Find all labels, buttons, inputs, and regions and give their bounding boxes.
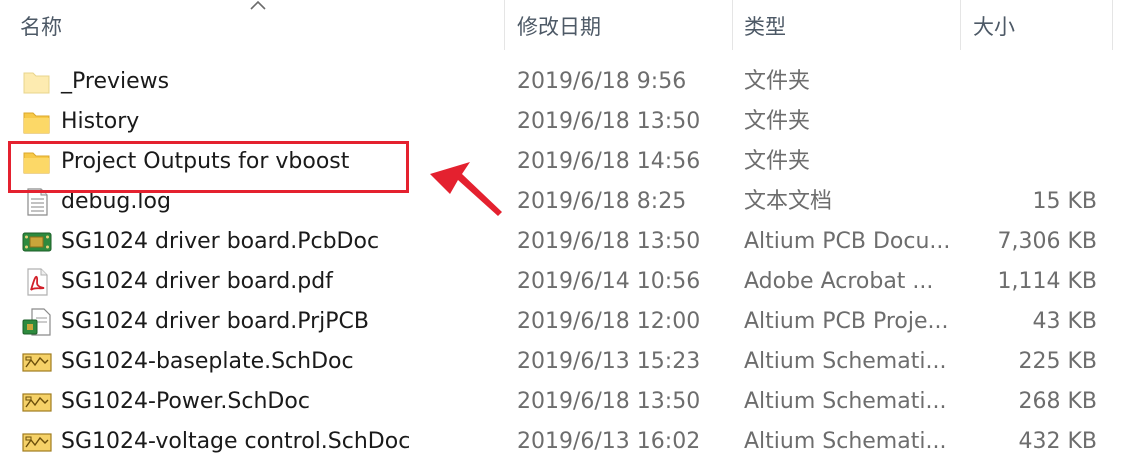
pdf-icon [27,268,48,296]
column-header-date[interactable]: 修改日期 [517,0,601,52]
file-size: 43 KB [1032,309,1097,334]
file-type: Altium Schemati... [744,389,947,414]
file-row[interactable]: History 2019/6/18 13:50 文件夹 [0,102,1123,142]
sort-ascending-icon[interactable] [249,0,267,12]
file-size: 268 KB [1018,389,1097,414]
file-name: SG1024 driver board.PrjPCB [61,309,369,334]
file-type: 文件夹 [744,69,811,94]
file-date: 2019/6/18 13:50 [517,229,701,254]
file-row[interactable]: SG1024-baseplate.SchDoc 2019/6/13 15:23 … [0,342,1123,382]
highlight-box [8,141,409,193]
column-header-name[interactable]: 名称 [20,0,62,52]
schematic-icon [22,393,52,412]
file-size: 1,114 KB [997,269,1098,294]
file-name: History [61,109,140,134]
file-date: 2019/6/14 10:56 [517,269,701,294]
file-type: Altium Schemati... [744,429,947,454]
column-divider[interactable] [504,0,505,50]
file-date: 2019/6/18 14:56 [517,149,701,174]
file-date: 2019/6/18 13:50 [517,109,701,134]
file-date: 2019/6/13 16:02 [517,429,701,454]
file-date: 2019/6/18 13:50 [517,389,701,414]
file-type: 文件夹 [744,109,811,134]
file-type: Adobe Acrobat ... [744,269,934,294]
file-date: 2019/6/18 9:56 [517,69,687,94]
file-row[interactable]: SG1024-Power.SchDoc 2019/6/18 13:50 Alti… [0,382,1123,422]
file-date: 2019/6/13 15:23 [517,349,701,374]
file-type: 文件夹 [744,149,811,174]
file-date: 2019/6/18 12:00 [517,309,701,334]
folder-faded-icon [23,72,50,94]
file-type: 文本文档 [744,189,833,214]
file-name: SG1024 driver board.pdf [61,269,333,294]
file-name: SG1024-voltage control.SchDoc [61,429,411,454]
file-row[interactable]: SG1024-voltage control.SchDoc 2019/6/13 … [0,422,1123,462]
file-size: 432 KB [1018,429,1097,454]
column-divider[interactable] [1112,0,1113,50]
file-type: Altium Schemati... [744,349,947,374]
file-name: SG1024 driver board.PcbDoc [61,229,380,254]
schematic-icon [22,433,52,452]
file-size: 225 KB [1018,349,1097,374]
file-row[interactable]: SG1024 driver board.pdf 2019/6/14 10:56 … [0,262,1123,302]
column-divider[interactable] [960,0,961,50]
column-header-size[interactable]: 大小 [973,0,1015,52]
file-size: 15 KB [1032,189,1097,214]
column-divider[interactable] [732,0,733,50]
file-row[interactable]: SG1024 driver board.PcbDoc 2019/6/18 13:… [0,222,1123,262]
column-header-type[interactable]: 类型 [744,0,786,52]
file-row[interactable]: SG1024 driver board.PrjPCB 2019/6/18 12:… [0,302,1123,342]
pcb-doc-icon [22,232,52,252]
column-header-bar: 名称 修改日期 类型 大小 [0,0,1123,52]
folder-icon [23,112,50,134]
red-arrow-icon [430,162,502,216]
pcb-project-icon [22,308,51,336]
file-name: SG1024-baseplate.SchDoc [61,349,354,374]
file-row[interactable]: _Previews 2019/6/18 9:56 文件夹 [0,62,1123,102]
file-date: 2019/6/18 8:25 [517,189,687,214]
file-name: _Previews [61,69,170,94]
schematic-icon [22,353,52,372]
file-type: Altium PCB Proje... [744,309,949,334]
file-name: SG1024-Power.SchDoc [61,389,310,414]
file-list: _Previews 2019/6/18 9:56 文件夹 History 201… [0,62,1123,462]
file-type: Altium PCB Docu... [744,229,951,254]
file-size: 7,306 KB [997,229,1098,254]
